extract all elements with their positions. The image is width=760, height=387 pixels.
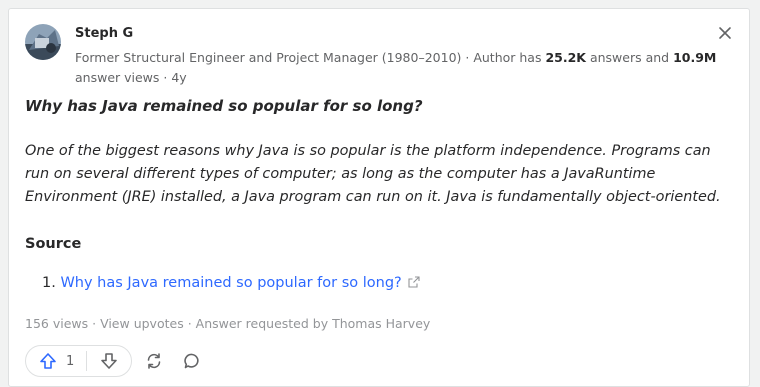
answers-count: 25.2K (545, 50, 586, 65)
credential-suffix: answer views · 4y (75, 70, 187, 85)
downvote-arrow-icon (101, 353, 118, 369)
author-avatar[interactable] (25, 24, 61, 60)
source-item-number: 1. (42, 275, 56, 291)
downvote-button[interactable] (87, 346, 131, 376)
source-link[interactable]: Why has Java remained so popular for so … (60, 275, 401, 291)
view-upvotes-link[interactable]: View upvotes (100, 316, 184, 331)
upvote-arrow-icon (40, 353, 56, 369)
view-count: 156 views (25, 316, 89, 331)
reshare-icon (147, 353, 161, 369)
credential-mid: answers and (585, 50, 674, 65)
upvote-button[interactable]: 1 (26, 346, 86, 376)
comment-button[interactable] (176, 345, 208, 377)
question-title[interactable]: Why has Java remained so popular for so … (25, 97, 423, 115)
views-count: 10.9M (673, 50, 717, 65)
close-button[interactable] (715, 23, 735, 43)
share-button[interactable] (138, 345, 170, 377)
upvote-count: 1 (66, 353, 75, 369)
source-heading: Source (25, 236, 82, 252)
answer-body: One of the biggest reasons why Java is s… (25, 143, 721, 205)
close-icon (719, 27, 731, 39)
comment-icon (184, 353, 199, 369)
answer-meta: 156 views · View upvotes · Answer reques… (25, 316, 430, 331)
author-name[interactable]: Steph G (75, 26, 133, 41)
action-bar: 1 (25, 344, 208, 378)
answer-requested-by: Answer requested by Thomas Harvey (195, 316, 431, 331)
source-list-item: 1. Why has Java remained so popular for … (42, 275, 420, 292)
external-link-icon (408, 276, 420, 292)
meta-separator: · (183, 316, 196, 331)
credential-prefix: Former Structural Engineer and Project M… (75, 50, 546, 65)
answer-card: Steph G Former Structural Engineer and P… (8, 8, 750, 387)
author-credential: Former Structural Engineer and Project M… (75, 48, 745, 88)
vote-pill: 1 (25, 345, 133, 377)
meta-separator: · (88, 316, 101, 331)
